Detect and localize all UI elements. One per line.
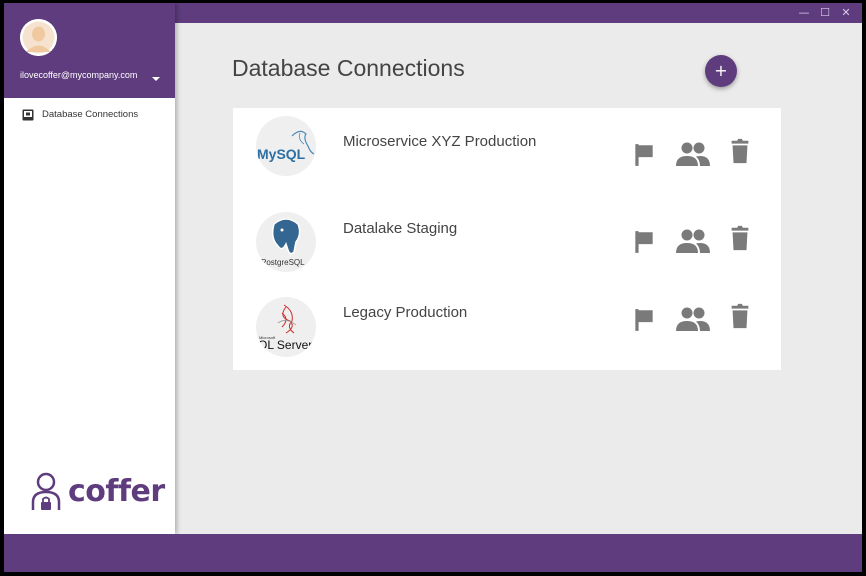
minimize-button[interactable]: — xyxy=(796,5,812,21)
user-email: ilovecoffer@mycompany.com xyxy=(20,70,138,80)
avatar-icon xyxy=(20,19,57,56)
app-window: — ☐ ✕ ilovecoffer@mycompany.com Database… xyxy=(4,3,862,572)
maximize-button[interactable]: ☐ xyxy=(817,5,833,21)
sidebar-item-label: Database Connections xyxy=(42,109,139,120)
mysql-logo: MySQL xyxy=(256,116,316,176)
connections-list: MySQL Microservice XYZ Production Postgr… xyxy=(233,108,781,370)
connection-name: Microservice XYZ Production xyxy=(343,133,537,150)
group-icon[interactable] xyxy=(676,227,710,255)
chevron-down-icon[interactable] xyxy=(152,77,160,81)
profile-header: ilovecoffer@mycompany.com xyxy=(4,3,175,98)
group-icon[interactable] xyxy=(676,305,710,333)
sqlserver-logo-text: QL Server xyxy=(258,338,312,352)
group-icon[interactable] xyxy=(676,140,710,168)
flag-icon[interactable] xyxy=(631,307,657,333)
sqlserver-logo: Microsoft QL Server xyxy=(256,297,316,357)
database-connections-icon xyxy=(22,109,34,121)
logo-text: coffer xyxy=(68,474,165,509)
list-item[interactable]: Microsoft QL Server Legacy Production xyxy=(233,297,781,377)
connection-name: Legacy Production xyxy=(343,304,468,321)
delete-icon[interactable] xyxy=(727,138,753,164)
sidebar: ilovecoffer@mycompany.com Database Conne… xyxy=(4,3,175,534)
sidebar-item-database-connections[interactable]: Database Connections xyxy=(4,106,175,128)
delete-icon[interactable] xyxy=(727,303,753,329)
mysql-logo-text: MySQL xyxy=(257,146,306,162)
list-item[interactable]: MySQL Microservice XYZ Production xyxy=(233,116,781,196)
avatar[interactable] xyxy=(20,19,57,56)
add-connection-button[interactable]: + xyxy=(705,55,737,87)
flag-icon[interactable] xyxy=(631,142,657,168)
connection-name: Datalake Staging xyxy=(343,220,458,237)
page-title: Database Connections xyxy=(232,55,465,81)
flag-icon[interactable] xyxy=(631,229,657,255)
list-item[interactable]: PostgreSQL Datalake Staging xyxy=(233,212,781,292)
coffer-logo-icon xyxy=(31,472,61,510)
coffer-logo: coffer xyxy=(31,472,165,514)
delete-icon[interactable] xyxy=(727,225,753,251)
bottom-bar xyxy=(4,534,862,572)
postgresql-logo: PostgreSQL xyxy=(256,212,316,272)
close-button[interactable]: ✕ xyxy=(838,5,854,21)
postgresql-logo-text: PostgreSQL xyxy=(261,258,305,267)
